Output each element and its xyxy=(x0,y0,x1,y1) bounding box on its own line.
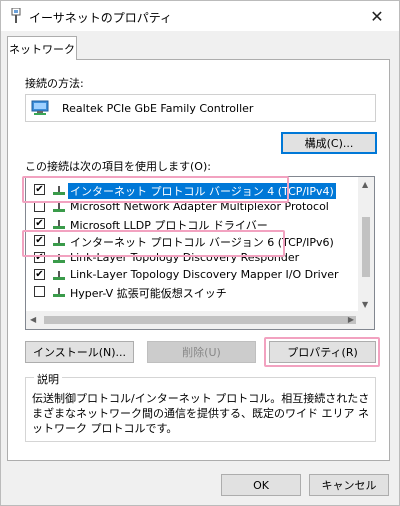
item-label: インターネット プロトコル バージョン 4 (TCP/IPv4) xyxy=(68,183,336,199)
list-item[interactable]: ✔ Link-Layer Topology Discovery Responder xyxy=(26,249,359,266)
description-group: 説明 伝送制御プロトコル/インターネット プロトコル。相互接続されたさまざまなネ… xyxy=(25,371,376,442)
protocol-icon xyxy=(53,186,65,195)
protocol-icon xyxy=(53,271,65,280)
list-item[interactable]: ✔ インターネット プロトコル バージョン 6 (TCP/IPv6) xyxy=(26,232,359,249)
window-title: イーサネットのプロパティ xyxy=(29,11,173,25)
protocol-icon xyxy=(53,237,65,246)
protocol-icon xyxy=(53,254,65,263)
item-checkbox[interactable]: ✔ xyxy=(34,218,45,229)
item-label: Link-Layer Topology Discovery Responder xyxy=(70,251,300,264)
install-button[interactable]: インストール(N)... xyxy=(25,341,134,363)
properties-button[interactable]: プロパティ(R) xyxy=(269,341,376,363)
close-button[interactable]: ✕ xyxy=(355,1,399,31)
item-label: Hyper-V 拡張可能仮想スイッチ xyxy=(70,287,227,300)
list-item[interactable]: Microsoft Network Adapter Multiplexor Pr… xyxy=(26,198,359,215)
scroll-up-icon[interactable]: ▲ xyxy=(362,180,368,189)
horizontal-scroll-thumb[interactable] xyxy=(44,316,356,324)
item-checkbox[interactable]: ✔ xyxy=(34,184,45,195)
list-items: ✔ インターネット プロトコル バージョン 4 (TCP/IPv4) Microso… xyxy=(26,177,359,311)
tab-network[interactable]: ネットワーク xyxy=(7,36,77,60)
components-list[interactable]: ✔ インターネット プロトコル バージョン 4 (TCP/IPv4) Microso… xyxy=(25,176,375,330)
list-item[interactable]: ✔ Microsoft LLDP プロトコル ドライバー xyxy=(26,215,359,232)
configure-button[interactable]: 構成(C)... xyxy=(281,132,377,154)
list-item[interactable]: Hyper-V 拡張可能仮想スイッチ xyxy=(26,283,359,300)
protocol-icon xyxy=(53,288,65,297)
uninstall-button[interactable]: 削除(U) xyxy=(147,341,256,363)
vertical-scrollbar[interactable]: ▲ ▼ xyxy=(358,177,374,311)
description-text: 伝送制御プロトコル/インターネット プロトコル。相互接続されたさまざまなネットワ… xyxy=(32,392,370,435)
adapter-name: Realtek PCIe GbE Family Controller xyxy=(62,102,254,115)
scroll-down-icon[interactable]: ▼ xyxy=(362,300,368,309)
network-card-icon xyxy=(31,100,49,115)
adapter-box: Realtek PCIe GbE Family Controller xyxy=(25,94,376,122)
scroll-left-icon[interactable]: ◀ xyxy=(30,315,36,324)
protocol-icon xyxy=(53,220,65,229)
item-checkbox[interactable]: ✔ xyxy=(34,269,45,280)
close-icon: ✕ xyxy=(370,6,384,26)
horizontal-scrollbar[interactable]: ◀ ▶ xyxy=(26,311,374,329)
description-title: 説明 xyxy=(34,371,62,387)
connect-using-label: 接続の方法: xyxy=(25,77,84,90)
vertical-scroll-thumb[interactable] xyxy=(362,217,370,277)
item-label: インターネット プロトコル バージョン 6 (TCP/IPv6) xyxy=(70,236,334,249)
scroll-right-icon[interactable]: ▶ xyxy=(348,315,354,324)
cancel-button[interactable]: キャンセル xyxy=(309,474,389,496)
items-label: この接続は次の項目を使用します(O): xyxy=(25,160,211,173)
ok-button[interactable]: OK xyxy=(221,474,301,496)
item-checkbox[interactable] xyxy=(34,201,45,212)
item-label: Link-Layer Topology Discovery Mapper I/O… xyxy=(70,268,339,281)
title-bar: イーサネットのプロパティ ✕ xyxy=(1,1,399,31)
network-tab-panel: 接続の方法: Realtek PCIe GbE Family Controlle… xyxy=(7,59,390,461)
list-item[interactable]: ✔ Link-Layer Topology Discovery Mapper I/… xyxy=(26,266,359,283)
item-label: Microsoft LLDP プロトコル ドライバー xyxy=(70,219,268,232)
properties-dialog: イーサネットのプロパティ ✕ ネットワーク 接続の方法: Realtek PCI… xyxy=(0,0,400,506)
protocol-icon xyxy=(53,203,65,212)
item-checkbox[interactable]: ✔ xyxy=(34,235,45,246)
item-label: Microsoft Network Adapter Multiplexor Pr… xyxy=(70,200,329,213)
list-item[interactable]: ✔ インターネット プロトコル バージョン 4 (TCP/IPv4) xyxy=(26,181,359,199)
network-adapter-icon xyxy=(11,8,21,23)
item-checkbox[interactable] xyxy=(34,286,45,297)
item-checkbox[interactable]: ✔ xyxy=(34,252,45,263)
